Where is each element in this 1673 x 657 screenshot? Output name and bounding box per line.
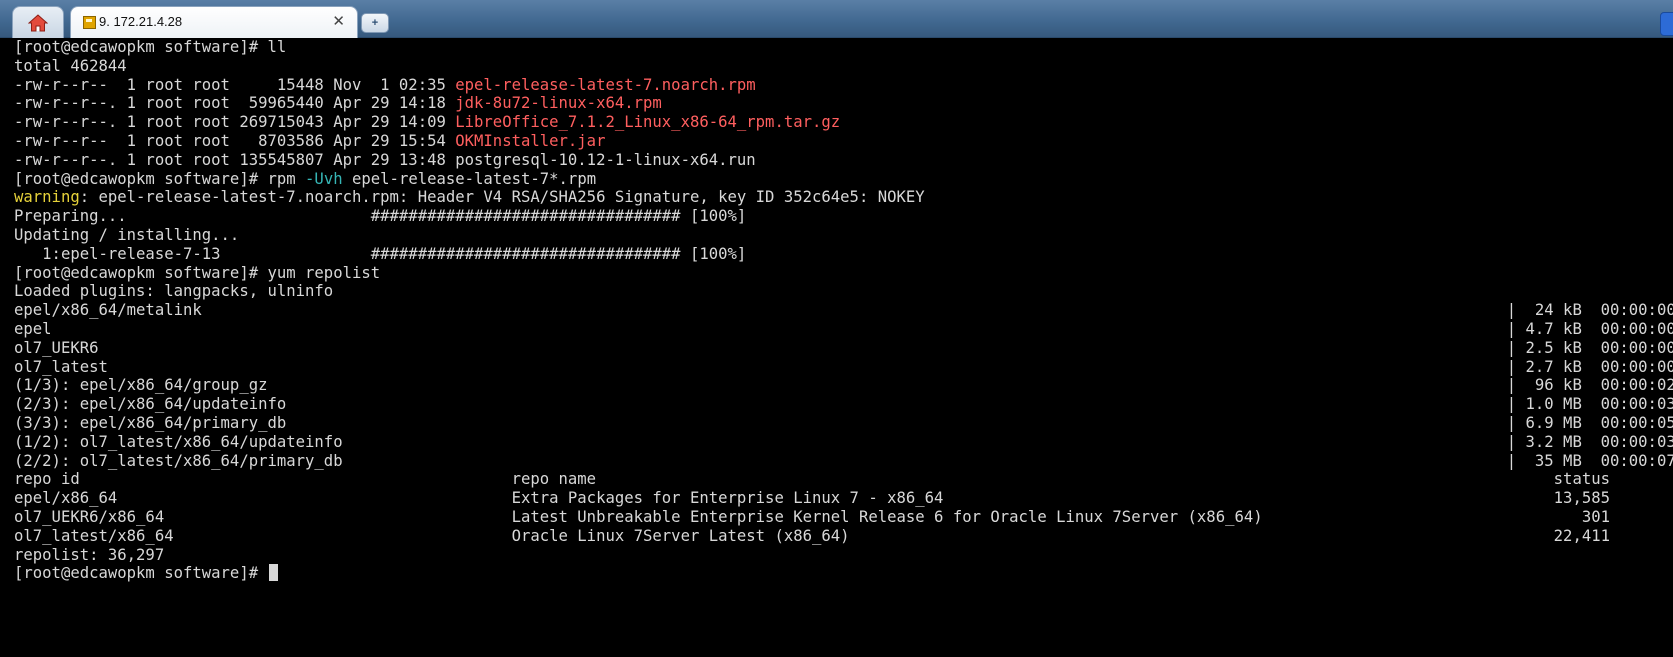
terminal-text-segment: OKMInstaller.jar	[455, 131, 606, 150]
terminal-line: -rw-r--r--. 1 root root 135545807 Apr 29…	[14, 151, 1673, 170]
session-tab-title: 9. 172.21.4.28	[99, 14, 183, 29]
terminal-line: -rw-r--r-- 1 root root 8703586 Apr 29 15…	[14, 132, 1673, 151]
terminal-text-segment: epel | 4.7 kB 00:00:00	[14, 319, 1673, 338]
home-icon	[28, 13, 48, 31]
side-panel-toggle[interactable]	[1660, 12, 1673, 36]
terminal-text-segment: ol7_UEKR6/x86_64 Latest Unbreakable Ente…	[14, 507, 1610, 526]
terminal-text-segment: [root@edcawopkm software]# rpm	[14, 169, 306, 188]
terminal-text-segment: (2/3): epel/x86_64/updateinfo | 1.0 MB 0…	[14, 395, 1673, 414]
terminal-line: epel/x86_64/metalink | 24 kB 00:00:00	[14, 301, 1673, 320]
terminal-text-segment: -rw-r--r--. 1 root root 269715043 Apr 29…	[14, 113, 456, 132]
terminal-text-segment: epel-release-latest-7*.rpm	[342, 169, 597, 188]
home-tab[interactable]	[12, 6, 64, 38]
terminal-text-segment: ol7_latest | 2.7 kB 00:00:00	[14, 357, 1673, 376]
terminal-text: [root@edcawopkm software]# ll total 46284…	[14, 38, 1673, 583]
terminal-text-segment: Updating / installing...	[14, 225, 240, 244]
terminal-text-segment: Preparing... ###########################…	[14, 207, 747, 226]
terminal-line: [root@edcawopkm software]# ll	[14, 38, 1673, 57]
tab-bar: 9. 172.21.4.28 ✕ +	[0, 0, 1673, 38]
terminal-text-segment: [root@edcawopkm software]#	[14, 564, 268, 583]
terminal-line: ol7_UEKR6/x86_64 Latest Unbreakable Ente…	[14, 508, 1673, 527]
terminal-line: (1/2): ol7_latest/x86_64/updateinfo | 3.…	[14, 433, 1673, 452]
terminal-text-segment: [root@edcawopkm software]# yum repolist	[14, 263, 381, 282]
terminal-text-segment: warning	[14, 188, 80, 207]
terminal-text-segment: ol7_latest/x86_64 Oracle Linux 7Server L…	[14, 526, 1610, 545]
terminal-line: ol7_latest | 2.7 kB 00:00:00	[14, 358, 1673, 377]
terminal-text-segment: epel/x86_64 Extra Packages for Enterpris…	[14, 489, 1610, 508]
terminal-text-segment: -Uvh	[305, 169, 343, 188]
terminal-line: repo id repo name status	[14, 470, 1673, 489]
terminal-text-segment: jdk-8u72-linux-x64.rpm	[455, 94, 662, 113]
terminal-line: (1/3): epel/x86_64/group_gz | 96 kB 00:0…	[14, 376, 1673, 395]
terminal-text-segment: Loaded plugins: langpacks, ulninfo	[14, 282, 334, 301]
terminal-line: -rw-r--r--. 1 root root 269715043 Apr 29…	[14, 113, 1673, 132]
terminal-line: -rw-r--r-- 1 root root 15448 Nov 1 02:35…	[14, 76, 1673, 95]
terminal-text-segment: [root@edcawopkm software]# ll	[14, 38, 287, 56]
terminal-line: total 462844	[14, 57, 1673, 76]
new-tab-button[interactable]: +	[361, 13, 389, 33]
terminal-text-segment: -rw-r--r--. 1 root root 59965440 Apr 29 …	[14, 94, 456, 113]
terminal-line: (3/3): epel/x86_64/primary_db | 6.9 MB 0…	[14, 414, 1673, 433]
terminal-line: epel | 4.7 kB 00:00:00	[14, 320, 1673, 339]
terminal-line: (2/3): epel/x86_64/updateinfo | 1.0 MB 0…	[14, 395, 1673, 414]
terminal-line: ol7_UEKR6 | 2.5 kB 00:00:00	[14, 339, 1673, 358]
session-tab[interactable]: 9. 172.21.4.28 ✕	[70, 6, 358, 38]
terminal-line: Updating / installing...	[14, 226, 1673, 245]
terminal-line: [root@edcawopkm software]#	[14, 564, 1673, 583]
terminal-text-segment: total 462844	[14, 56, 127, 75]
terminal-line: warning: epel-release-latest-7.noarch.rp…	[14, 188, 1673, 207]
terminal-line: 1:epel-release-7-13 ####################…	[14, 245, 1673, 264]
terminal-text-segment: 1:epel-release-7-13 ####################…	[14, 244, 747, 263]
terminal-line: [root@edcawopkm software]# yum repolist	[14, 264, 1673, 283]
terminal-session-icon	[83, 16, 96, 29]
terminal-line: repolist: 36,297	[14, 546, 1673, 565]
terminal-line: epel/x86_64 Extra Packages for Enterpris…	[14, 489, 1673, 508]
terminal-text-segment: -rw-r--r--. 1 root root 135545807 Apr 29…	[14, 150, 756, 169]
terminal-output[interactable]: [root@edcawopkm software]# ll total 46284…	[0, 38, 1673, 657]
close-icon[interactable]: ✕	[332, 12, 345, 30]
terminal-text-segment: LibreOffice_7.1.2_Linux_x86-64_rpm.tar.g…	[455, 113, 841, 132]
terminal-text-segment: repo id repo name status	[14, 470, 1610, 489]
terminal-text-segment: (1/3): epel/x86_64/group_gz | 96 kB 00:0…	[14, 376, 1673, 395]
terminal-line: Loaded plugins: langpacks, ulninfo	[14, 282, 1673, 301]
terminal-text-segment: epel/x86_64/metalink | 24 kB 00:00:00	[14, 301, 1673, 320]
terminal-line: [root@edcawopkm software]# rpm -Uvh epel…	[14, 170, 1673, 189]
terminal-text-segment: -rw-r--r-- 1 root root 8703586 Apr 29 15…	[14, 131, 456, 150]
terminal-text-segment: -rw-r--r-- 1 root root 15448 Nov 1 02:35	[14, 75, 456, 94]
terminal-line: -rw-r--r--. 1 root root 59965440 Apr 29 …	[14, 94, 1673, 113]
terminal-text-segment: repolist: 36,297	[14, 545, 165, 564]
terminal-line: Preparing... ###########################…	[14, 207, 1673, 226]
terminal-text-segment: : epel-release-latest-7.noarch.rpm: Head…	[79, 188, 925, 207]
terminal-cursor	[269, 564, 279, 582]
terminal-text-segment: ol7_UEKR6 | 2.5 kB 00:00:00	[14, 338, 1673, 357]
terminal-line: (2/2): ol7_latest/x86_64/primary_db | 35…	[14, 452, 1673, 471]
terminal-text-segment: (1/2): ol7_latest/x86_64/updateinfo | 3.…	[14, 432, 1673, 451]
terminal-text-segment: epel-release-latest-7.noarch.rpm	[455, 75, 756, 94]
terminal-text-segment: (2/2): ol7_latest/x86_64/primary_db | 35…	[14, 451, 1673, 470]
terminal-text-segment: (3/3): epel/x86_64/primary_db | 6.9 MB 0…	[14, 413, 1673, 432]
terminal-line: ol7_latest/x86_64 Oracle Linux 7Server L…	[14, 527, 1673, 546]
